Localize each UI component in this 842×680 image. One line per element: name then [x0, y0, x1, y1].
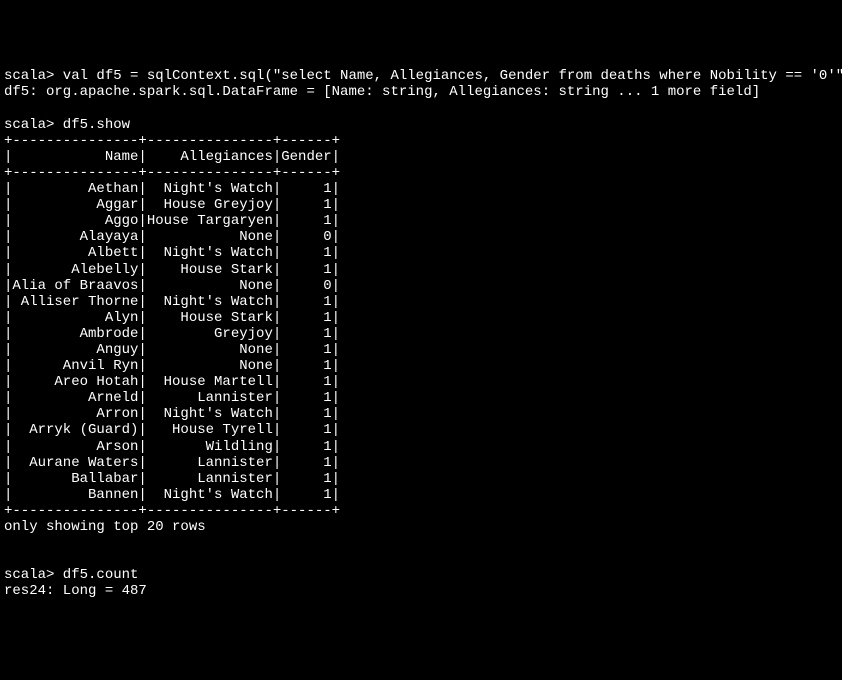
table-row: | Anguy| None| 1| [4, 342, 340, 358]
table-separator: +---------------+---------------+------+ [4, 133, 340, 149]
table-row: | Aggo|House Targaryen| 1| [4, 213, 340, 229]
table-row: | Arneld| Lannister| 1| [4, 390, 340, 406]
table-row: | Alliser Thorne| Night's Watch| 1| [4, 294, 340, 310]
table-header: | Name| Allegiances|Gender| [4, 149, 340, 165]
table-row: | Arron| Night's Watch| 1| [4, 406, 340, 422]
scala-command-line: scala> df5.count [4, 567, 138, 583]
table-separator: +---------------+---------------+------+ [4, 165, 340, 181]
scala-command-line: scala> val df5 = sqlContext.sql("select … [4, 68, 842, 84]
table-row: | Aethan| Night's Watch| 1| [4, 181, 340, 197]
table-row: | Alyn| House Stark| 1| [4, 310, 340, 326]
table-row: | Aggar| House Greyjoy| 1| [4, 197, 340, 213]
scala-command-line: scala> df5.show [4, 117, 130, 133]
scala-response-line: df5: org.apache.spark.sql.DataFrame = [N… [4, 84, 760, 100]
table-row: |Alia of Braavos| None| 0| [4, 278, 340, 294]
table-separator: +---------------+---------------+------+ [4, 503, 340, 519]
table-row: | Alebelly| House Stark| 1| [4, 262, 340, 278]
table-footer: only showing top 20 rows [4, 519, 206, 535]
table-row: | Albett| Night's Watch| 1| [4, 245, 340, 261]
table-row: | Arryk (Guard)| House Tyrell| 1| [4, 422, 340, 438]
table-row: | Ambrode| Greyjoy| 1| [4, 326, 340, 342]
terminal-output[interactable]: scala> val df5 = sqlContext.sql("select … [4, 68, 838, 599]
table-row: | Alayaya| None| 0| [4, 229, 340, 245]
table-row: | Areo Hotah| House Martell| 1| [4, 374, 340, 390]
table-row: | Aurane Waters| Lannister| 1| [4, 455, 340, 471]
scala-response-line: res24: Long = 487 [4, 583, 147, 599]
table-row: | Ballabar| Lannister| 1| [4, 471, 340, 487]
table-row: | Bannen| Night's Watch| 1| [4, 487, 340, 503]
table-row: | Anvil Ryn| None| 1| [4, 358, 340, 374]
table-row: | Arson| Wildling| 1| [4, 439, 340, 455]
